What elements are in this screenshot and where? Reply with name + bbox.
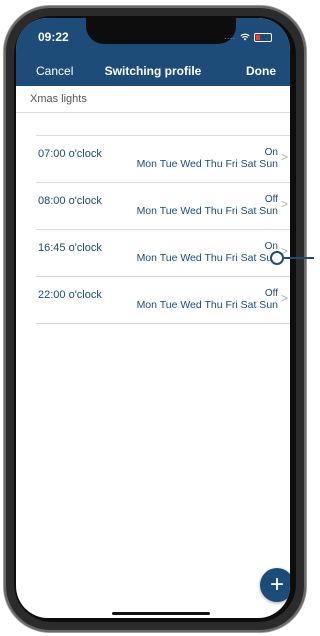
entry-days: Mon Tue Wed Thu Fri Sat Sun	[136, 205, 278, 217]
schedule-entry[interactable]: 22:00 o'clock Off Mon Tue Wed Thu Fri Sa…	[36, 276, 290, 324]
signal-icon: ....	[224, 33, 236, 41]
entry-time: 22:00 o'clock	[38, 289, 102, 301]
section-spacer	[16, 113, 290, 135]
entry-time: 16:45 o'clock	[38, 242, 102, 254]
add-entry-button[interactable]: +	[260, 568, 290, 602]
profile-name: Xmas lights	[30, 93, 87, 105]
chevron-right-icon: >	[280, 150, 288, 164]
chevron-right-icon: >	[280, 291, 288, 305]
entry-days: Mon Tue Wed Thu Fri Sat Sun	[136, 252, 278, 264]
status-time: 09:22	[38, 30, 69, 44]
entry-time: 07:00 o'clock	[38, 148, 102, 160]
home-indicator	[112, 612, 210, 615]
wifi-icon	[240, 33, 250, 41]
schedule-entry[interactable]: 16:45 o'clock On Mon Tue Wed Thu Fri Sat…	[36, 229, 290, 276]
entry-time: 08:00 o'clock	[38, 195, 102, 207]
callout-line	[284, 257, 314, 259]
entry-days: Mon Tue Wed Thu Fri Sat Sun	[136, 158, 278, 170]
entry-days: Mon Tue Wed Thu Fri Sat Sun	[136, 299, 278, 311]
chevron-right-icon: >	[280, 197, 288, 211]
entry-state: Off	[264, 194, 278, 205]
navigation-bar: 09:22 .... Cancel Switching profile Done	[16, 18, 290, 86]
entry-state: On	[264, 147, 278, 158]
battery-icon	[254, 32, 272, 42]
callout-marker	[270, 251, 284, 265]
profile-name-field[interactable]: Xmas lights	[16, 86, 290, 113]
schedule-list: 07:00 o'clock On Mon Tue Wed Thu Fri Sat…	[36, 135, 290, 324]
entry-state: Off	[264, 288, 278, 299]
status-icons: ....	[224, 32, 272, 42]
app-screen: 09:22 .... Cancel Switching profile Done…	[16, 18, 290, 618]
schedule-entry[interactable]: 08:00 o'clock Off Mon Tue Wed Thu Fri Sa…	[36, 182, 290, 229]
schedule-entry[interactable]: 07:00 o'clock On Mon Tue Wed Thu Fri Sat…	[36, 135, 290, 182]
notch	[86, 18, 236, 44]
done-button[interactable]: Done	[246, 64, 276, 78]
